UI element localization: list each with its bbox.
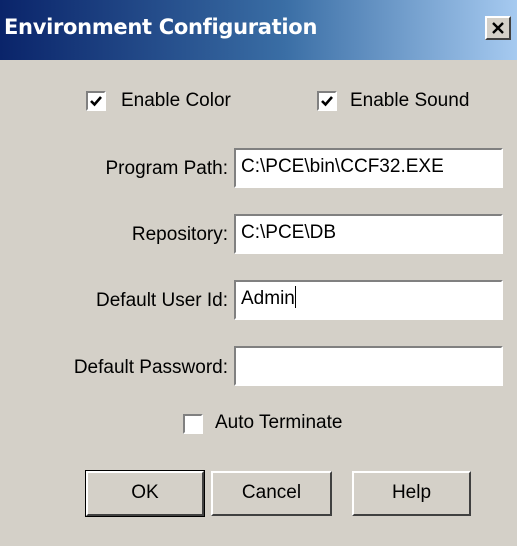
checkmark-icon	[90, 96, 102, 107]
auto-terminate-checkbox[interactable]	[183, 414, 203, 434]
program-path-input[interactable]: C:\PCE\bin\CCF32.EXE	[234, 148, 503, 188]
cancel-button[interactable]: Cancel	[211, 471, 332, 516]
enable-color-checkbox[interactable]	[86, 91, 106, 111]
title-bar: Environment Configuration	[0, 0, 517, 60]
help-button[interactable]: Help	[352, 471, 471, 516]
auto-terminate-label[interactable]: Auto Terminate	[215, 412, 342, 434]
repository-input[interactable]: C:\PCE\DB	[234, 214, 503, 254]
close-icon	[492, 22, 504, 34]
window-title: Environment Configuration	[4, 15, 318, 39]
ok-button[interactable]: OK	[85, 470, 205, 517]
environment-configuration-dialog: Environment Configuration Enable Color E…	[0, 0, 517, 546]
program-path-label: Program Path:	[105, 158, 229, 179]
enable-sound-checkbox[interactable]	[317, 91, 337, 111]
default-user-id-label: Default User Id:	[96, 290, 228, 311]
text-caret	[294, 286, 296, 308]
default-password-label: Default Password:	[73, 357, 228, 378]
checkmark-icon	[321, 96, 333, 107]
enable-sound-label[interactable]: Enable Sound	[350, 90, 469, 112]
default-password-input[interactable]	[234, 346, 503, 386]
close-button[interactable]	[485, 16, 511, 40]
repository-value: C:\PCE\DB	[241, 222, 337, 243]
repository-label: Repository:	[131, 224, 228, 245]
program-path-value: C:\PCE\bin\CCF32.EXE	[241, 156, 444, 177]
enable-color-label[interactable]: Enable Color	[121, 90, 231, 112]
default-user-id-input[interactable]: Admin	[234, 280, 503, 320]
default-user-id-value: Admin	[241, 288, 295, 309]
